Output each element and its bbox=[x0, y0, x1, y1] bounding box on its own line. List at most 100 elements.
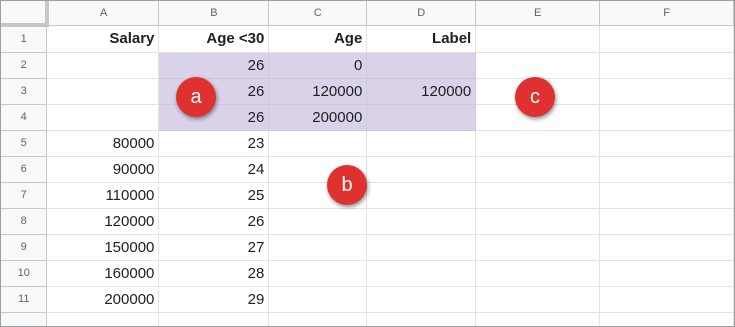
row-7: 7 110000 25 bbox=[1, 182, 734, 209]
cell-d1[interactable]: Label bbox=[366, 25, 477, 53]
cell-e5[interactable] bbox=[475, 130, 601, 157]
cell-c2[interactable]: 0 bbox=[268, 52, 368, 79]
row-header[interactable]: 7 bbox=[1, 182, 48, 209]
row-header[interactable] bbox=[1, 312, 48, 326]
row-header[interactable]: 6 bbox=[1, 156, 48, 183]
cell-a2[interactable] bbox=[46, 52, 160, 79]
cell-f7[interactable] bbox=[599, 182, 734, 209]
row-10: 10 160000 28 bbox=[1, 260, 734, 287]
cell[interactable] bbox=[475, 312, 601, 326]
cell-d5[interactable] bbox=[366, 130, 477, 157]
row-header[interactable]: 5 bbox=[1, 130, 48, 157]
cell-b5[interactable]: 23 bbox=[158, 130, 270, 157]
cell-e1[interactable] bbox=[475, 25, 601, 53]
cell-d4[interactable] bbox=[366, 104, 477, 131]
row-header[interactable]: 8 bbox=[1, 208, 48, 235]
row-8: 8 120000 26 bbox=[1, 208, 734, 235]
cell-a8[interactable]: 120000 bbox=[46, 208, 160, 235]
cell-d8[interactable] bbox=[366, 208, 477, 235]
cell-f1[interactable] bbox=[599, 25, 734, 53]
cell-c9[interactable] bbox=[268, 234, 368, 261]
cell-a6[interactable]: 90000 bbox=[46, 156, 160, 183]
cell-a7[interactable]: 110000 bbox=[46, 182, 160, 209]
cell-e7[interactable] bbox=[475, 182, 601, 209]
row-6: 6 90000 24 bbox=[1, 156, 734, 183]
cell-b9[interactable]: 27 bbox=[158, 234, 270, 261]
cell-f10[interactable] bbox=[599, 260, 734, 287]
cell-e2[interactable] bbox=[475, 52, 601, 79]
row-header[interactable]: 1 bbox=[1, 25, 48, 53]
cell[interactable] bbox=[366, 312, 477, 326]
cell-c3[interactable]: 120000 bbox=[268, 78, 368, 105]
cell-b8[interactable]: 26 bbox=[158, 208, 270, 235]
cell-d2[interactable] bbox=[366, 52, 477, 79]
cell-b10[interactable]: 28 bbox=[158, 260, 270, 287]
row-header[interactable]: 11 bbox=[1, 286, 48, 313]
row-header[interactable]: 10 bbox=[1, 260, 48, 287]
callout-badge-b: b bbox=[327, 165, 367, 205]
cell-c4[interactable]: 200000 bbox=[268, 104, 368, 131]
spreadsheet-grid: A B C D E F 1 Salary Age <30 Age Label 2 bbox=[0, 0, 735, 327]
cell-c11[interactable] bbox=[268, 286, 368, 313]
cell-b4[interactable]: 26 bbox=[158, 104, 270, 131]
cell-a1[interactable]: Salary bbox=[46, 25, 160, 53]
row-3: 3 26 120000 120000 bbox=[1, 78, 734, 105]
cell-d10[interactable] bbox=[366, 260, 477, 287]
cell-f9[interactable] bbox=[599, 234, 734, 261]
column-header-e[interactable]: E bbox=[475, 1, 601, 26]
cell-f11[interactable] bbox=[599, 286, 734, 313]
column-header-d[interactable]: D bbox=[366, 1, 477, 26]
cell-b7[interactable]: 25 bbox=[158, 182, 270, 209]
cell-b11[interactable]: 29 bbox=[158, 286, 270, 313]
cell-c10[interactable] bbox=[268, 260, 368, 287]
cell-a11[interactable]: 200000 bbox=[46, 286, 160, 313]
row-header[interactable]: 9 bbox=[1, 234, 48, 261]
row-4: 4 26 200000 bbox=[1, 104, 734, 131]
cell[interactable] bbox=[268, 312, 368, 326]
cell-e10[interactable] bbox=[475, 260, 601, 287]
cell-d3[interactable]: 120000 bbox=[366, 78, 477, 105]
select-all-corner[interactable] bbox=[1, 1, 49, 27]
row-1: 1 Salary Age <30 Age Label bbox=[1, 25, 734, 53]
cell-a9[interactable]: 150000 bbox=[46, 234, 160, 261]
callout-badge-a: a bbox=[176, 77, 216, 117]
cell-a3[interactable] bbox=[46, 78, 160, 105]
cell-f6[interactable] bbox=[599, 156, 734, 183]
cell-a4[interactable] bbox=[46, 104, 160, 131]
cell-d9[interactable] bbox=[366, 234, 477, 261]
row-header[interactable]: 4 bbox=[1, 104, 48, 131]
cell-d7[interactable] bbox=[366, 182, 477, 209]
cell-c8[interactable] bbox=[268, 208, 368, 235]
cell[interactable] bbox=[158, 312, 270, 326]
cell-a5[interactable]: 80000 bbox=[46, 130, 160, 157]
column-header-f[interactable]: F bbox=[599, 1, 734, 26]
cell[interactable] bbox=[46, 312, 160, 326]
cell-c5[interactable] bbox=[268, 130, 368, 157]
cell-b2[interactable]: 26 bbox=[158, 52, 270, 79]
cell-f5[interactable] bbox=[599, 130, 734, 157]
cell-d11[interactable] bbox=[366, 286, 477, 313]
cell-e6[interactable] bbox=[475, 156, 601, 183]
cell-e8[interactable] bbox=[475, 208, 601, 235]
column-header-a[interactable]: A bbox=[46, 1, 160, 26]
column-header-c[interactable]: C bbox=[268, 1, 368, 26]
cell-b6[interactable]: 24 bbox=[158, 156, 270, 183]
row-11: 11 200000 29 bbox=[1, 286, 734, 313]
cell-d6[interactable] bbox=[366, 156, 477, 183]
cell-e9[interactable] bbox=[475, 234, 601, 261]
cell-f2[interactable] bbox=[599, 52, 734, 79]
row-header[interactable]: 2 bbox=[1, 52, 48, 79]
cell-a10[interactable]: 160000 bbox=[46, 260, 160, 287]
cell-e11[interactable] bbox=[475, 286, 601, 313]
cell-c1[interactable]: Age bbox=[268, 25, 368, 53]
column-header-row: A B C D E F bbox=[1, 1, 734, 27]
column-header-b[interactable]: B bbox=[158, 1, 270, 26]
row-header[interactable]: 3 bbox=[1, 78, 48, 105]
cell-f8[interactable] bbox=[599, 208, 734, 235]
row-5: 5 80000 23 bbox=[1, 130, 734, 157]
cell[interactable] bbox=[599, 312, 734, 326]
cell-f4[interactable] bbox=[599, 104, 734, 131]
cell-f3[interactable] bbox=[599, 78, 734, 105]
row-9: 9 150000 27 bbox=[1, 234, 734, 261]
cell-b1[interactable]: Age <30 bbox=[158, 25, 270, 53]
